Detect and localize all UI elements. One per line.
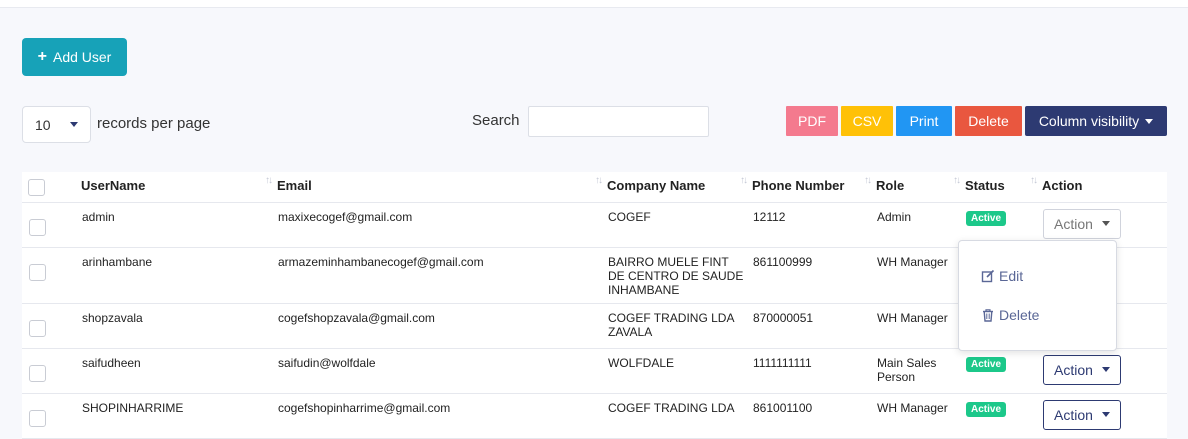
cell-email: cogefshopzavala@gmail.com <box>277 303 607 349</box>
bulk-delete-button[interactable]: Delete <box>955 106 1022 136</box>
dropdown-delete-item[interactable]: Delete <box>981 307 1039 323</box>
cell-phone: 861100999 <box>752 247 876 304</box>
cell-phone: 861001100 <box>752 393 876 439</box>
records-per-page-select[interactable]: 10 <box>22 106 91 143</box>
edit-icon <box>981 269 995 283</box>
action-button[interactable]: Action <box>1043 208 1121 239</box>
table-header-row: UserName ↑↓ Email ↑↓ Company Name ↑↓ Phone … <box>22 172 1167 203</box>
csv-export-button[interactable]: CSV <box>841 106 893 136</box>
header-status[interactable]: Status ↑↓ <box>965 172 1042 203</box>
header-company-name[interactable]: Company Name ↑↓ <box>607 172 752 203</box>
cell-email: armazeminhambanecogef@gmail.com <box>277 247 607 304</box>
cell-role: WH Manager <box>876 247 965 304</box>
header-phone-number[interactable]: Phone Number ↑↓ <box>752 172 876 203</box>
sort-icon: ↑↓ <box>595 175 603 186</box>
edit-label: Edit <box>999 268 1024 284</box>
header-username[interactable]: UserName ↑↓ <box>81 172 277 203</box>
cell-username: saifudheen <box>81 348 277 394</box>
select-all-checkbox[interactable] <box>28 179 45 196</box>
caret-down-icon <box>1145 118 1154 124</box>
cell-email: maxixecogef@gmail.com <box>277 202 607 248</box>
cell-role: Admin <box>876 202 965 248</box>
add-user-button[interactable]: + Add User <box>22 38 127 76</box>
cell-role: WH Manager <box>876 303 965 349</box>
action-button[interactable]: Action <box>1043 399 1121 430</box>
trash-icon <box>983 309 993 322</box>
chevron-down-icon <box>70 122 78 127</box>
cell-company: COGEF TRADING LDA ZAVALA <box>607 303 752 349</box>
search-input[interactable] <box>528 106 709 137</box>
cell-phone: 12112 <box>752 202 876 248</box>
cell-username: admin <box>81 202 277 248</box>
row-checkbox[interactable] <box>29 263 46 281</box>
caret-down-icon <box>1102 221 1110 226</box>
top-bar <box>0 0 1188 8</box>
select-all-cell <box>22 172 59 203</box>
caret-down-icon <box>1102 367 1110 372</box>
action-button[interactable]: Action <box>1043 354 1121 385</box>
sort-icon: ↑↓ <box>265 175 273 186</box>
cell-username: shopzavala <box>81 303 277 349</box>
dropdown-edit-item[interactable]: Edit <box>981 268 1023 284</box>
search-label: Search <box>472 112 520 129</box>
table-row: saifudheen saifudin@wolfdale WOLFDALE 11… <box>22 348 1167 394</box>
print-button[interactable]: Print <box>896 106 952 136</box>
cell-email: saifudin@wolfdale <box>277 348 607 394</box>
cell-username: arinhambane <box>81 247 277 304</box>
row-checkbox[interactable] <box>29 218 46 236</box>
status-badge: Active <box>966 210 1007 226</box>
row-checkbox[interactable] <box>29 364 46 382</box>
cell-email: cogefshopinharrime@gmail.com <box>277 393 607 439</box>
cell-phone: 870000051 <box>752 303 876 349</box>
cell-role: WH Manager <box>876 393 965 439</box>
delete-label: Delete <box>999 307 1040 323</box>
sort-icon: ↑↓ <box>864 175 872 186</box>
header-email[interactable]: Email ↑↓ <box>277 172 607 203</box>
sort-icon: ↑↓ <box>1030 175 1038 186</box>
records-per-page-value: 10 <box>35 116 51 133</box>
cell-username: SHOPINHARRIME <box>81 393 277 439</box>
column-visibility-button[interactable]: Column visibility <box>1025 106 1167 136</box>
cell-phone: 1111111111 <box>752 348 876 394</box>
sort-icon: ↑↓ <box>740 175 748 186</box>
cell-company: WOLFDALE <box>607 348 752 394</box>
caret-down-icon <box>1102 412 1110 417</box>
cell-company: COGEF <box>607 202 752 248</box>
cell-company: COGEF TRADING LDA <box>607 393 752 439</box>
plus-icon: + <box>37 48 47 65</box>
status-badge: Active <box>966 401 1007 417</box>
row-checkbox[interactable] <box>29 319 46 337</box>
header-role[interactable]: Role ↑↓ <box>876 172 965 203</box>
add-user-label: Add User <box>52 49 112 65</box>
cell-company: BAIRRO MUELE FINT DE CENTRO DE SAUDE INH… <box>607 247 752 304</box>
action-dropdown-menu: Edit Delete <box>958 240 1117 351</box>
pdf-export-button[interactable]: PDF <box>786 106 838 136</box>
cell-role: Main Sales Person <box>876 348 965 394</box>
row-checkbox[interactable] <box>29 409 46 427</box>
status-badge: Active <box>966 356 1007 372</box>
table-row: SHOPINHARRIME cogefshopinharrime@gmail.c… <box>22 393 1167 439</box>
records-per-page-label: records per page <box>97 115 211 132</box>
sort-icon: ↑↓ <box>953 175 961 186</box>
column-visibility-label: Column visibility <box>1038 113 1140 129</box>
header-action: Action <box>1042 172 1167 203</box>
